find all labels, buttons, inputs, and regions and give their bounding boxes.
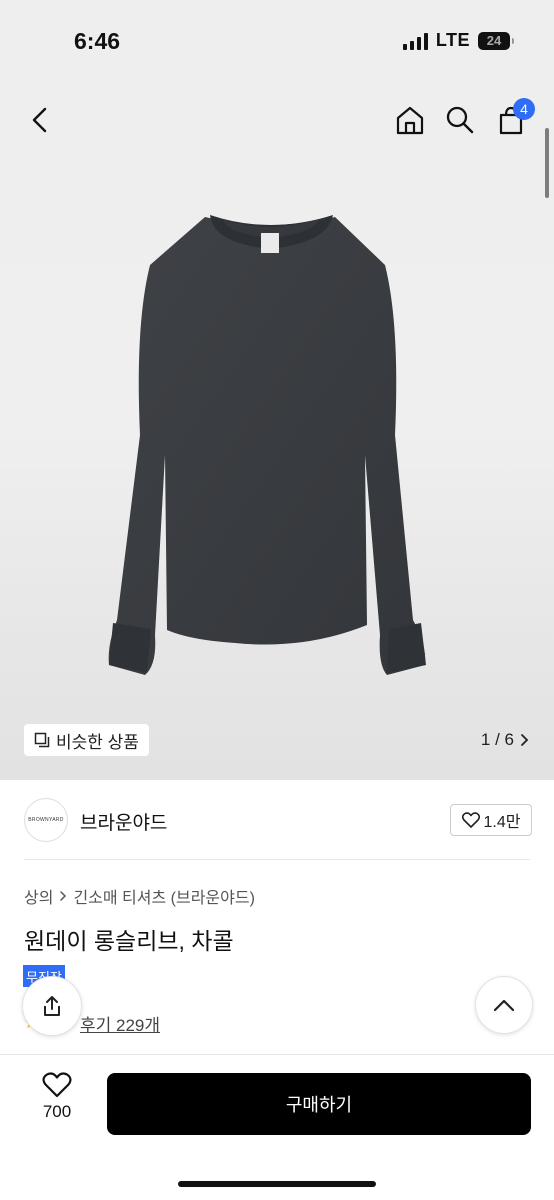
- image-pager[interactable]: 1 / 6: [481, 724, 530, 756]
- brand-like-count: 1.4만: [483, 814, 521, 831]
- battery-icon: 24: [478, 31, 514, 50]
- pager-text: 1 / 6: [480, 730, 514, 749]
- home-icon: [396, 106, 424, 135]
- wishlist-count: 700: [42, 1102, 72, 1121]
- status-indicators: LTE 24: [402, 30, 514, 51]
- heart-icon: [461, 812, 480, 828]
- brand-name[interactable]: 브라운야드: [80, 808, 167, 835]
- breadcrumb-item-category[interactable]: 상의: [24, 884, 53, 908]
- heart-icon: [42, 1072, 72, 1098]
- share-button[interactable]: [22, 976, 82, 1036]
- reviews-link[interactable]: 후기 229개: [80, 1011, 160, 1036]
- search-icon: [446, 106, 474, 134]
- bottom-bar-divider: [0, 1054, 554, 1055]
- status-time: 6:46: [74, 28, 121, 54]
- brand-like-button[interactable]: 1.4만: [450, 804, 532, 836]
- breadcrumb: 상의 긴소매 티셔츠 (브라운야드): [24, 884, 255, 908]
- back-icon: [32, 107, 47, 133]
- buy-button[interactable]: 구매하기: [107, 1073, 531, 1135]
- wishlist-button[interactable]: 700: [30, 1072, 84, 1132]
- product-title: 원데이 롱슬리브, 차콜: [24, 928, 234, 954]
- copy-icon: [34, 732, 50, 748]
- search-button[interactable]: [440, 100, 480, 140]
- signal-icon: [402, 32, 428, 50]
- product-image: [108, 215, 426, 675]
- home-indicator[interactable]: [178, 1181, 376, 1187]
- share-icon: [44, 996, 60, 1016]
- scroll-top-button[interactable]: [475, 976, 533, 1034]
- chevron-right-icon: [60, 891, 67, 901]
- chevron-up-icon: [493, 999, 515, 1012]
- cart-badge: 4: [513, 98, 535, 120]
- home-button[interactable]: [390, 100, 430, 140]
- brand-logo-text: BROWNYARD: [28, 817, 64, 823]
- chevron-right-icon: [521, 734, 529, 746]
- network-label: LTE: [435, 30, 470, 50]
- similar-products-button[interactable]: 비슷한 상품: [24, 724, 149, 756]
- scrollbar[interactable]: [545, 128, 549, 198]
- back-button[interactable]: [20, 100, 60, 140]
- cart-button[interactable]: 4: [491, 98, 535, 140]
- divider: [24, 859, 530, 860]
- breadcrumb-item-subcategory[interactable]: 긴소매 티셔츠 (브라운야드): [73, 884, 254, 908]
- similar-products-label: 비슷한 상품: [56, 732, 139, 752]
- brand-logo[interactable]: BROWNYARD: [24, 798, 68, 842]
